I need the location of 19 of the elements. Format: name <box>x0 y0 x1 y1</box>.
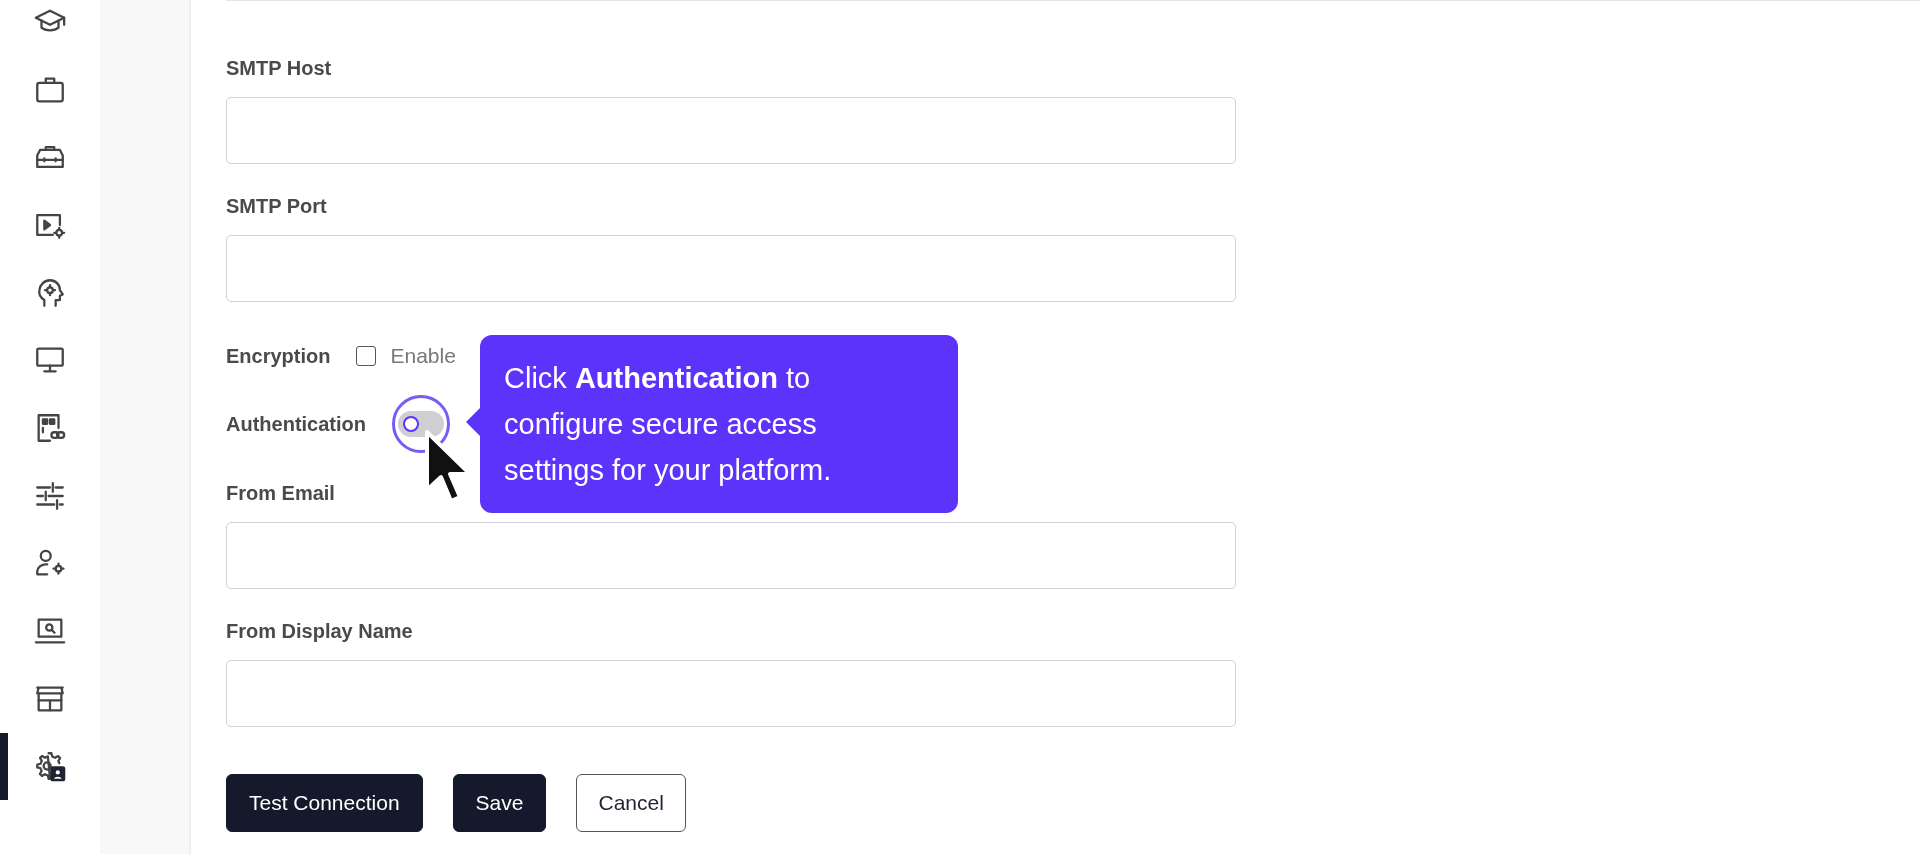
input-field[interactable] <box>226 235 1236 302</box>
input-field[interactable] <box>226 522 1236 589</box>
active-indicator <box>0 732 8 801</box>
cancel-button[interactable]: Cancel <box>576 774 686 832</box>
field-label: From Email <box>226 481 336 505</box>
field-label: From Display Name <box>226 619 414 643</box>
tooltip: Click Authentication to configure secure access settings for your platform. <box>480 335 958 513</box>
action-button[interactable]: Save <box>452 774 547 832</box>
field-label: Encryption <box>226 344 331 368</box>
field-label: Authentication <box>226 412 366 436</box>
gear-user-icon <box>33 749 67 784</box>
input-field[interactable] <box>226 97 1236 164</box>
action-button[interactable]: Test Connection <box>226 774 423 832</box>
input-field[interactable] <box>226 660 1236 727</box>
field-label: SMTP Port <box>226 194 328 218</box>
field-label: SMTP Host <box>226 56 333 80</box>
toggle-switch[interactable] <box>398 411 444 437</box>
checkbox-label: Enable <box>390 344 456 368</box>
checkbox[interactable] <box>356 346 377 366</box>
